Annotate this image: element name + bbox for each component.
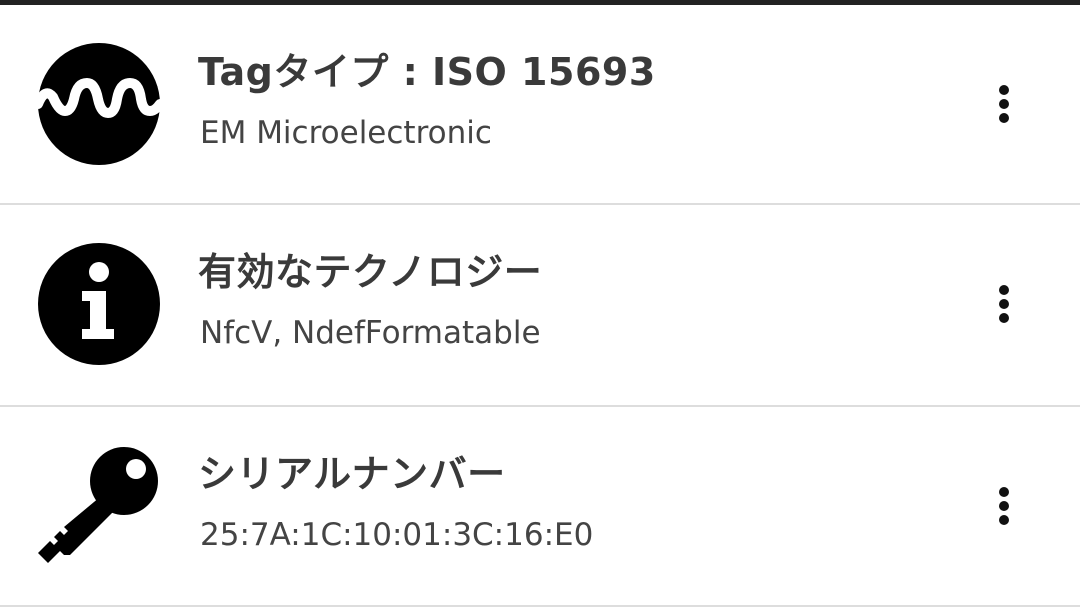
nfc-tag-info-screen: Tagタイプ : ISO 15693 EM Microelectronic 有効… — [0, 0, 1080, 615]
more-vert-icon-dot — [999, 113, 1009, 123]
more-vert-icon-dot — [999, 515, 1009, 525]
more-options-button[interactable] — [984, 479, 1024, 533]
more-vert-icon-dot — [999, 501, 1009, 511]
more-options-button[interactable] — [984, 77, 1024, 131]
wave-icon — [38, 43, 160, 165]
list-item-tag-type[interactable]: Tagタイプ : ISO 15693 EM Microelectronic — [0, 5, 1080, 203]
more-vert-icon — [999, 85, 1009, 95]
technologies-value: NfcV, NdefFormatable — [200, 315, 541, 351]
divider — [0, 605, 1080, 607]
more-vert-icon-dot — [999, 299, 1009, 309]
more-vert-icon — [999, 487, 1009, 497]
info-icon — [38, 243, 160, 365]
technologies-title: 有効なテクノロジー — [198, 250, 543, 294]
tag-type-value: EM Microelectronic — [200, 115, 492, 151]
more-options-button[interactable] — [984, 277, 1024, 331]
more-vert-icon-dot — [999, 99, 1009, 109]
serial-number-title: シリアルナンバー — [198, 452, 506, 496]
key-icon — [38, 445, 160, 567]
more-vert-icon-dot — [999, 313, 1009, 323]
list-item-serial-number[interactable]: シリアルナンバー 25:7A:1C:10:01:3C:16:E0 — [0, 407, 1080, 605]
tag-type-title: Tagタイプ : ISO 15693 — [198, 50, 656, 94]
list-item-technologies[interactable]: 有効なテクノロジー NfcV, NdefFormatable — [0, 205, 1080, 403]
serial-number-value: 25:7A:1C:10:01:3C:16:E0 — [200, 517, 594, 553]
more-vert-icon — [999, 285, 1009, 295]
